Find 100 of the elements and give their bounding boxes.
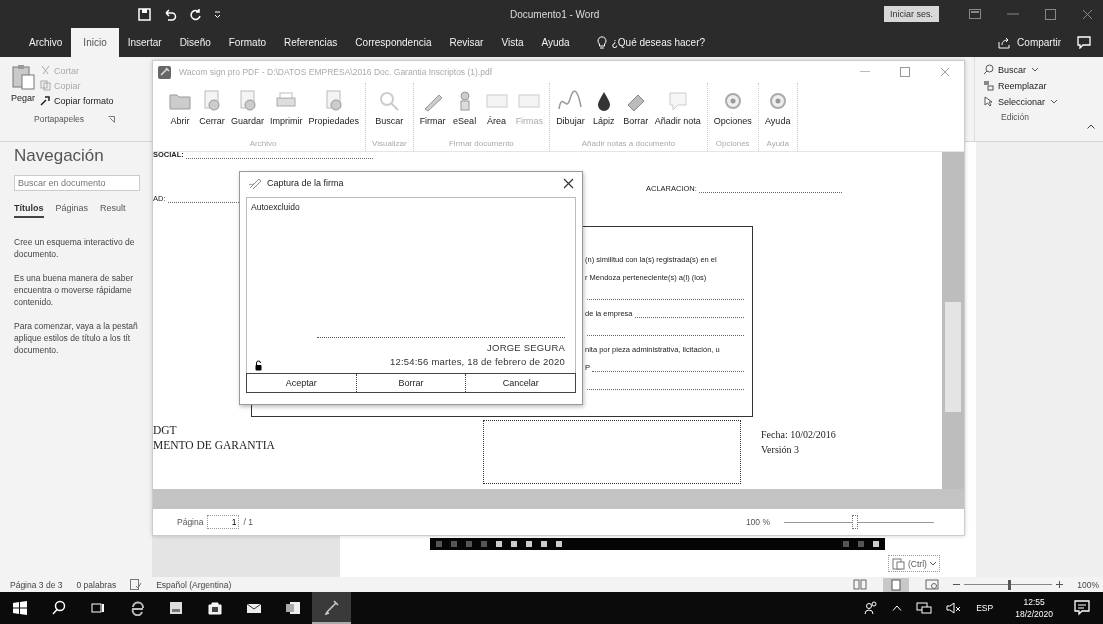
language-text[interactable]: Español (Argentina) (156, 579, 232, 590)
people-icon[interactable] (864, 601, 879, 615)
plus-icon[interactable] (1056, 581, 1064, 588)
speaker-icon[interactable] (946, 602, 962, 614)
document-heading: DGT (153, 423, 178, 438)
editing-button[interactable]: Seleccionar (983, 96, 1103, 107)
dialog-button[interactable]: Aceptar (247, 374, 357, 392)
ribbon-tab[interactable]: Archivo (20, 28, 72, 57)
toolbar-button[interactable]: Buscar (375, 89, 404, 139)
page-number-field[interactable]: 1 (207, 515, 240, 529)
collapse-ribbon-icon[interactable] (1087, 124, 1095, 129)
input-language[interactable]: ESP (976, 603, 994, 613)
calculator-icon (167, 600, 184, 616)
page-label: Página (177, 517, 204, 527)
ribbon-tab[interactable]: Inicio (71, 28, 119, 57)
scissors-icon (40, 65, 51, 76)
share-button[interactable]: Compartir (998, 36, 1061, 49)
customize-caret-icon[interactable] (214, 10, 221, 18)
navigation-tab[interactable]: Páginas (55, 203, 89, 218)
chevron-up-icon[interactable] (892, 605, 903, 611)
zoom-level-text: 100 % (745, 517, 770, 527)
clock-time[interactable]: 12:55 (1023, 596, 1045, 608)
caret-icon (929, 561, 936, 566)
ribbon-tab[interactable]: Referencias (275, 28, 347, 57)
paste-button[interactable]: Pegar (10, 63, 36, 106)
proofing-icon[interactable] (130, 579, 143, 590)
signer-name: JORGE SEGURA (487, 341, 565, 355)
toolbar-button[interactable]: Dibujar (556, 89, 585, 139)
ribbon-tab[interactable]: Formato (219, 28, 275, 57)
help-paragraph: Para comenzar, vaya a la pestañ aplique estilos de título a los tít documento. (14, 320, 139, 356)
ribbon-tab[interactable]: Insertar (118, 28, 171, 57)
window-title: Documento1 - Word (510, 8, 600, 20)
maximize-icon[interactable] (900, 67, 910, 77)
toolbar-button[interactable]: Lápiz (590, 89, 617, 139)
ribbon-tab[interactable]: Vista (492, 28, 533, 57)
toolbar-button[interactable]: Borrar (622, 89, 649, 139)
horizontal-scrollbar[interactable] (153, 489, 964, 509)
editing-button[interactable]: Reemplazar (983, 80, 1103, 91)
ribbon-tab[interactable]: Ayuda (532, 28, 579, 57)
brush-icon (40, 95, 51, 106)
close-icon[interactable] (563, 177, 574, 189)
comment-icon[interactable] (1077, 36, 1091, 49)
toolbar-button[interactable]: Cerrar (199, 89, 225, 139)
search-icon (50, 600, 67, 616)
pen-icon (323, 599, 340, 615)
read-mode-icon[interactable] (853, 579, 868, 590)
toolbar-group-label: Firmar documento (448, 139, 514, 150)
toolbar-button[interactable]: eSeal (451, 89, 478, 139)
toolbar-button[interactable]: Área (483, 89, 510, 139)
minus-icon[interactable] (953, 583, 961, 586)
notification-icon[interactable] (1074, 600, 1090, 616)
toolbar-button[interactable]: Guardar (231, 89, 265, 139)
tell-me-field[interactable]: ¿Qué deseas hacer? (611, 37, 706, 48)
sign-in-button[interactable]: Iniciar ses. (884, 6, 939, 22)
toolbar-button[interactable]: Propiedades (308, 89, 360, 139)
document-icon (284, 600, 301, 616)
network-icon[interactable] (916, 601, 933, 615)
lightbulb-icon (596, 36, 607, 49)
navigation-tab[interactable]: Títulos (14, 203, 44, 218)
zoom-level-text[interactable]: 100% (1077, 579, 1099, 590)
web-layout-icon[interactable] (925, 579, 940, 590)
paste-options-button[interactable]: (Ctrl) (888, 555, 940, 572)
toolbar-button[interactable]: Añadir nota (654, 89, 701, 139)
zoom-slider[interactable] (953, 579, 1064, 590)
editing-button[interactable]: Buscar (983, 64, 1103, 75)
ribbon-display-icon[interactable] (969, 9, 981, 19)
search-icon (983, 64, 994, 75)
toolbar-button[interactable]: Imprimir (270, 89, 303, 139)
dialog-button[interactable]: Borrar (356, 374, 467, 392)
signature-pad[interactable]: Autoexcluido JORGE SEGURA 12:54:56 martes, 18 de febrero de 2020 (246, 197, 576, 373)
ribbon-tab[interactable]: Correspondencia (346, 28, 441, 57)
vertical-scrollbar[interactable] (942, 152, 964, 489)
toolbar-group-label: Opciones (715, 139, 750, 150)
share-icon (998, 36, 1012, 49)
toolbar-button[interactable]: Ayuda (764, 89, 791, 139)
clipboard-button[interactable]: Copiar formato (40, 95, 114, 106)
dialog-launcher-icon[interactable] (108, 115, 116, 123)
print-layout-icon[interactable] (883, 577, 910, 592)
undo-icon[interactable] (163, 7, 177, 21)
window-title: Wacom sign pro PDF - D:\DATOS EMPRESA\2016 Doc. Garantia Inscriptos (1).pdf (179, 67, 493, 77)
search-field[interactable]: Buscar en documento (14, 175, 140, 191)
maximize-icon[interactable] (1045, 8, 1056, 20)
navigation-tab[interactable]: Result (100, 203, 126, 218)
clock-date[interactable]: 18/2/2020 (1015, 608, 1053, 620)
toolbar-group-label: Ayuda (766, 139, 789, 150)
toolbar-button[interactable]: Opciones (713, 89, 752, 139)
windows-logo-icon (11, 600, 28, 616)
dialog-button[interactable]: Cancelar (466, 374, 575, 392)
toolbar-button[interactable]: Abrir (167, 89, 193, 139)
save-icon[interactable] (138, 7, 151, 21)
ribbon-tab[interactable]: Diseño (170, 28, 220, 57)
ribbon-tab[interactable]: Revisar (440, 28, 493, 57)
redo-icon[interactable] (189, 7, 202, 21)
document-heading: MENTO DE GARANTIA (153, 438, 275, 453)
page-total: / 1 (243, 517, 253, 527)
clipboard-icon (10, 63, 36, 91)
dialog-title: Captura de la firma (267, 178, 344, 188)
navigation-title: Navegación (14, 146, 105, 166)
toolbar-button[interactable]: Firmar (419, 89, 446, 139)
copy-icon (40, 80, 51, 91)
